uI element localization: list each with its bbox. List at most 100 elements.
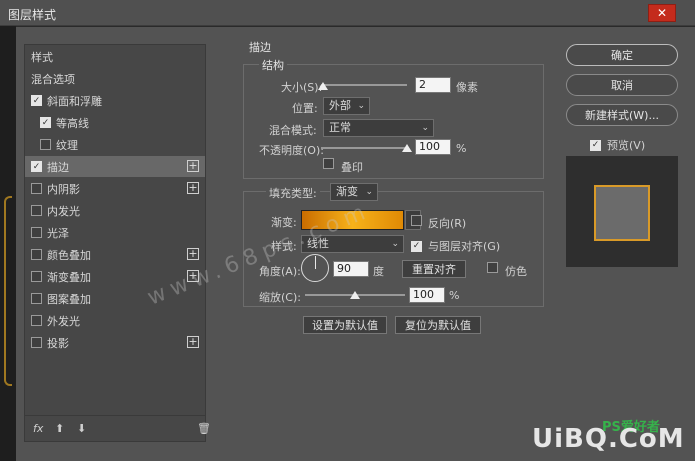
- fill-type-label: 填充类型:: [266, 185, 320, 201]
- fill-type-select[interactable]: 渐变 ⌄: [330, 183, 378, 201]
- align-layer-label: 与图层对齐(G): [428, 240, 501, 253]
- position-select[interactable]: 外部 ⌄: [323, 97, 370, 115]
- list-item-label: 描边: [47, 160, 69, 174]
- chevron-down-icon: ⌄: [391, 239, 399, 249]
- opacity-slider-track[interactable]: [321, 147, 407, 149]
- opacity-unit: %: [456, 142, 467, 155]
- title-bar: 图层样式 ✕: [0, 0, 695, 26]
- list-item-label: 光泽: [47, 226, 69, 240]
- list-item-label: 颜色叠加: [47, 248, 91, 262]
- check-icon[interactable]: ✓: [411, 240, 422, 252]
- window-title: 图层样式: [8, 8, 57, 22]
- list-item[interactable]: 外发光: [25, 310, 205, 331]
- overprint-box[interactable]: [323, 158, 334, 169]
- style-list: 投影 + 外发光 图案叠加 渐变叠加 + 颜色叠加 + 光泽 内发光 内阴影 + ✓ 描边 + 纹理 ✓ 等高线 ✓…: [24, 44, 211, 442]
- chevron-down-icon: ⌄: [357, 101, 365, 111]
- list-item[interactable]: 混合选项: [25, 68, 205, 89]
- list-item-label: 混合选项: [31, 72, 75, 86]
- structure-title: 结构: [259, 57, 287, 73]
- cancel-button[interactable]: 取消: [566, 74, 678, 96]
- add-icon[interactable]: +: [187, 182, 199, 194]
- checkbox[interactable]: [31, 271, 42, 282]
- angle-dial[interactable]: [301, 254, 329, 282]
- list-item[interactable]: 纹理: [25, 134, 205, 155]
- add-icon[interactable]: +: [187, 336, 199, 348]
- check-icon[interactable]: ✓: [31, 161, 42, 172]
- add-icon[interactable]: +: [187, 160, 199, 172]
- blend-mode-select[interactable]: 正常 ⌄: [323, 119, 434, 137]
- reset-default-button[interactable]: 复位为默认值: [395, 316, 481, 334]
- chevron-down-icon: ⌄: [365, 187, 373, 197]
- blend-mode-label: 混合模式:: [269, 124, 317, 137]
- list-item-label: 等高线: [56, 116, 89, 130]
- scale-input[interactable]: 100: [409, 287, 445, 303]
- new-style-button[interactable]: 新建样式(W)...: [566, 104, 678, 126]
- size-slider-thumb[interactable]: [317, 82, 328, 90]
- opacity-slider-thumb[interactable]: [402, 144, 412, 152]
- background-decoration: [4, 196, 12, 386]
- checkbox[interactable]: [31, 249, 42, 260]
- angle-needle: [315, 256, 316, 269]
- opacity-label: 不透明度(O):: [259, 144, 324, 157]
- scale-label: 缩放(C):: [259, 291, 301, 304]
- checkbox[interactable]: [31, 293, 42, 304]
- list-item-label: 投影: [47, 336, 69, 350]
- list-item-label: 图案叠加: [47, 292, 91, 306]
- checkbox[interactable]: [31, 227, 42, 238]
- checkbox[interactable]: [31, 337, 42, 348]
- angle-unit: 度: [373, 265, 384, 278]
- angle-input[interactable]: 90: [333, 261, 369, 277]
- background-strip: [0, 26, 16, 461]
- fx-icon[interactable]: fx: [33, 422, 43, 435]
- checkbox[interactable]: [31, 315, 42, 326]
- list-item[interactable]: ✓ 斜面和浮雕: [25, 90, 205, 111]
- reverse-checkbox[interactable]: [411, 215, 427, 229]
- list-item-label: 内发光: [47, 204, 80, 218]
- opacity-input[interactable]: 100: [415, 139, 451, 155]
- check-icon[interactable]: ✓: [590, 139, 601, 151]
- size-slider-track[interactable]: [321, 84, 407, 86]
- chevron-down-icon: ⌄: [421, 123, 429, 133]
- overprint-label: 叠印: [341, 161, 363, 174]
- scale-slider-thumb[interactable]: [350, 291, 360, 299]
- preview-checkbox[interactable]: ✓: [590, 137, 606, 151]
- reverse-label: 反向(R): [428, 217, 467, 230]
- checkbox[interactable]: [31, 205, 42, 216]
- check-icon[interactable]: ✓: [40, 117, 51, 128]
- dither-checkbox[interactable]: [487, 262, 503, 276]
- brand-logo: UiBQ.CoM: [532, 424, 685, 454]
- add-icon[interactable]: +: [187, 248, 199, 260]
- list-item[interactable]: 内发光: [25, 200, 205, 221]
- overprint-checkbox[interactable]: [323, 158, 339, 172]
- checkbox[interactable]: [40, 139, 51, 150]
- checkbox[interactable]: [31, 183, 42, 194]
- list-item[interactable]: 内阴影 +: [25, 178, 205, 199]
- align-layer-checkbox[interactable]: ✓: [411, 238, 427, 252]
- list-item-label: 样式: [31, 50, 53, 64]
- list-item[interactable]: 样式: [25, 46, 205, 67]
- reverse-box[interactable]: [411, 215, 422, 226]
- list-toolbar: fx ⬆ ⬇ 🗑: [25, 415, 211, 441]
- reset-align-button[interactable]: 重置对齐: [402, 260, 466, 278]
- list-item[interactable]: ✓ 等高线: [25, 112, 205, 133]
- close-button[interactable]: ✕: [648, 4, 676, 22]
- size-label: 大小(S):: [281, 81, 323, 94]
- check-icon[interactable]: ✓: [31, 95, 42, 106]
- set-default-button[interactable]: 设置为默认值: [303, 316, 387, 334]
- list-item[interactable]: 投影 +: [25, 332, 205, 353]
- list-item-label: 渐变叠加: [47, 270, 91, 284]
- ok-button[interactable]: 确定: [566, 44, 678, 66]
- move-up-icon[interactable]: ⬆: [55, 422, 64, 435]
- list-item[interactable]: ✓ 描边 +: [25, 156, 205, 177]
- scale-unit: %: [449, 289, 460, 302]
- position-label: 位置:: [292, 102, 318, 115]
- list-item[interactable]: 颜色叠加 +: [25, 244, 205, 265]
- dither-box[interactable]: [487, 262, 498, 273]
- move-down-icon[interactable]: ⬇: [77, 422, 86, 435]
- list-item[interactable]: 光泽: [25, 222, 205, 243]
- trash-icon[interactable]: 🗑: [197, 422, 211, 435]
- list-item-label: 外发光: [47, 314, 80, 328]
- dither-label: 仿色: [505, 265, 527, 278]
- list-item-label: 内阴影: [47, 182, 80, 196]
- size-input[interactable]: 2: [415, 77, 451, 93]
